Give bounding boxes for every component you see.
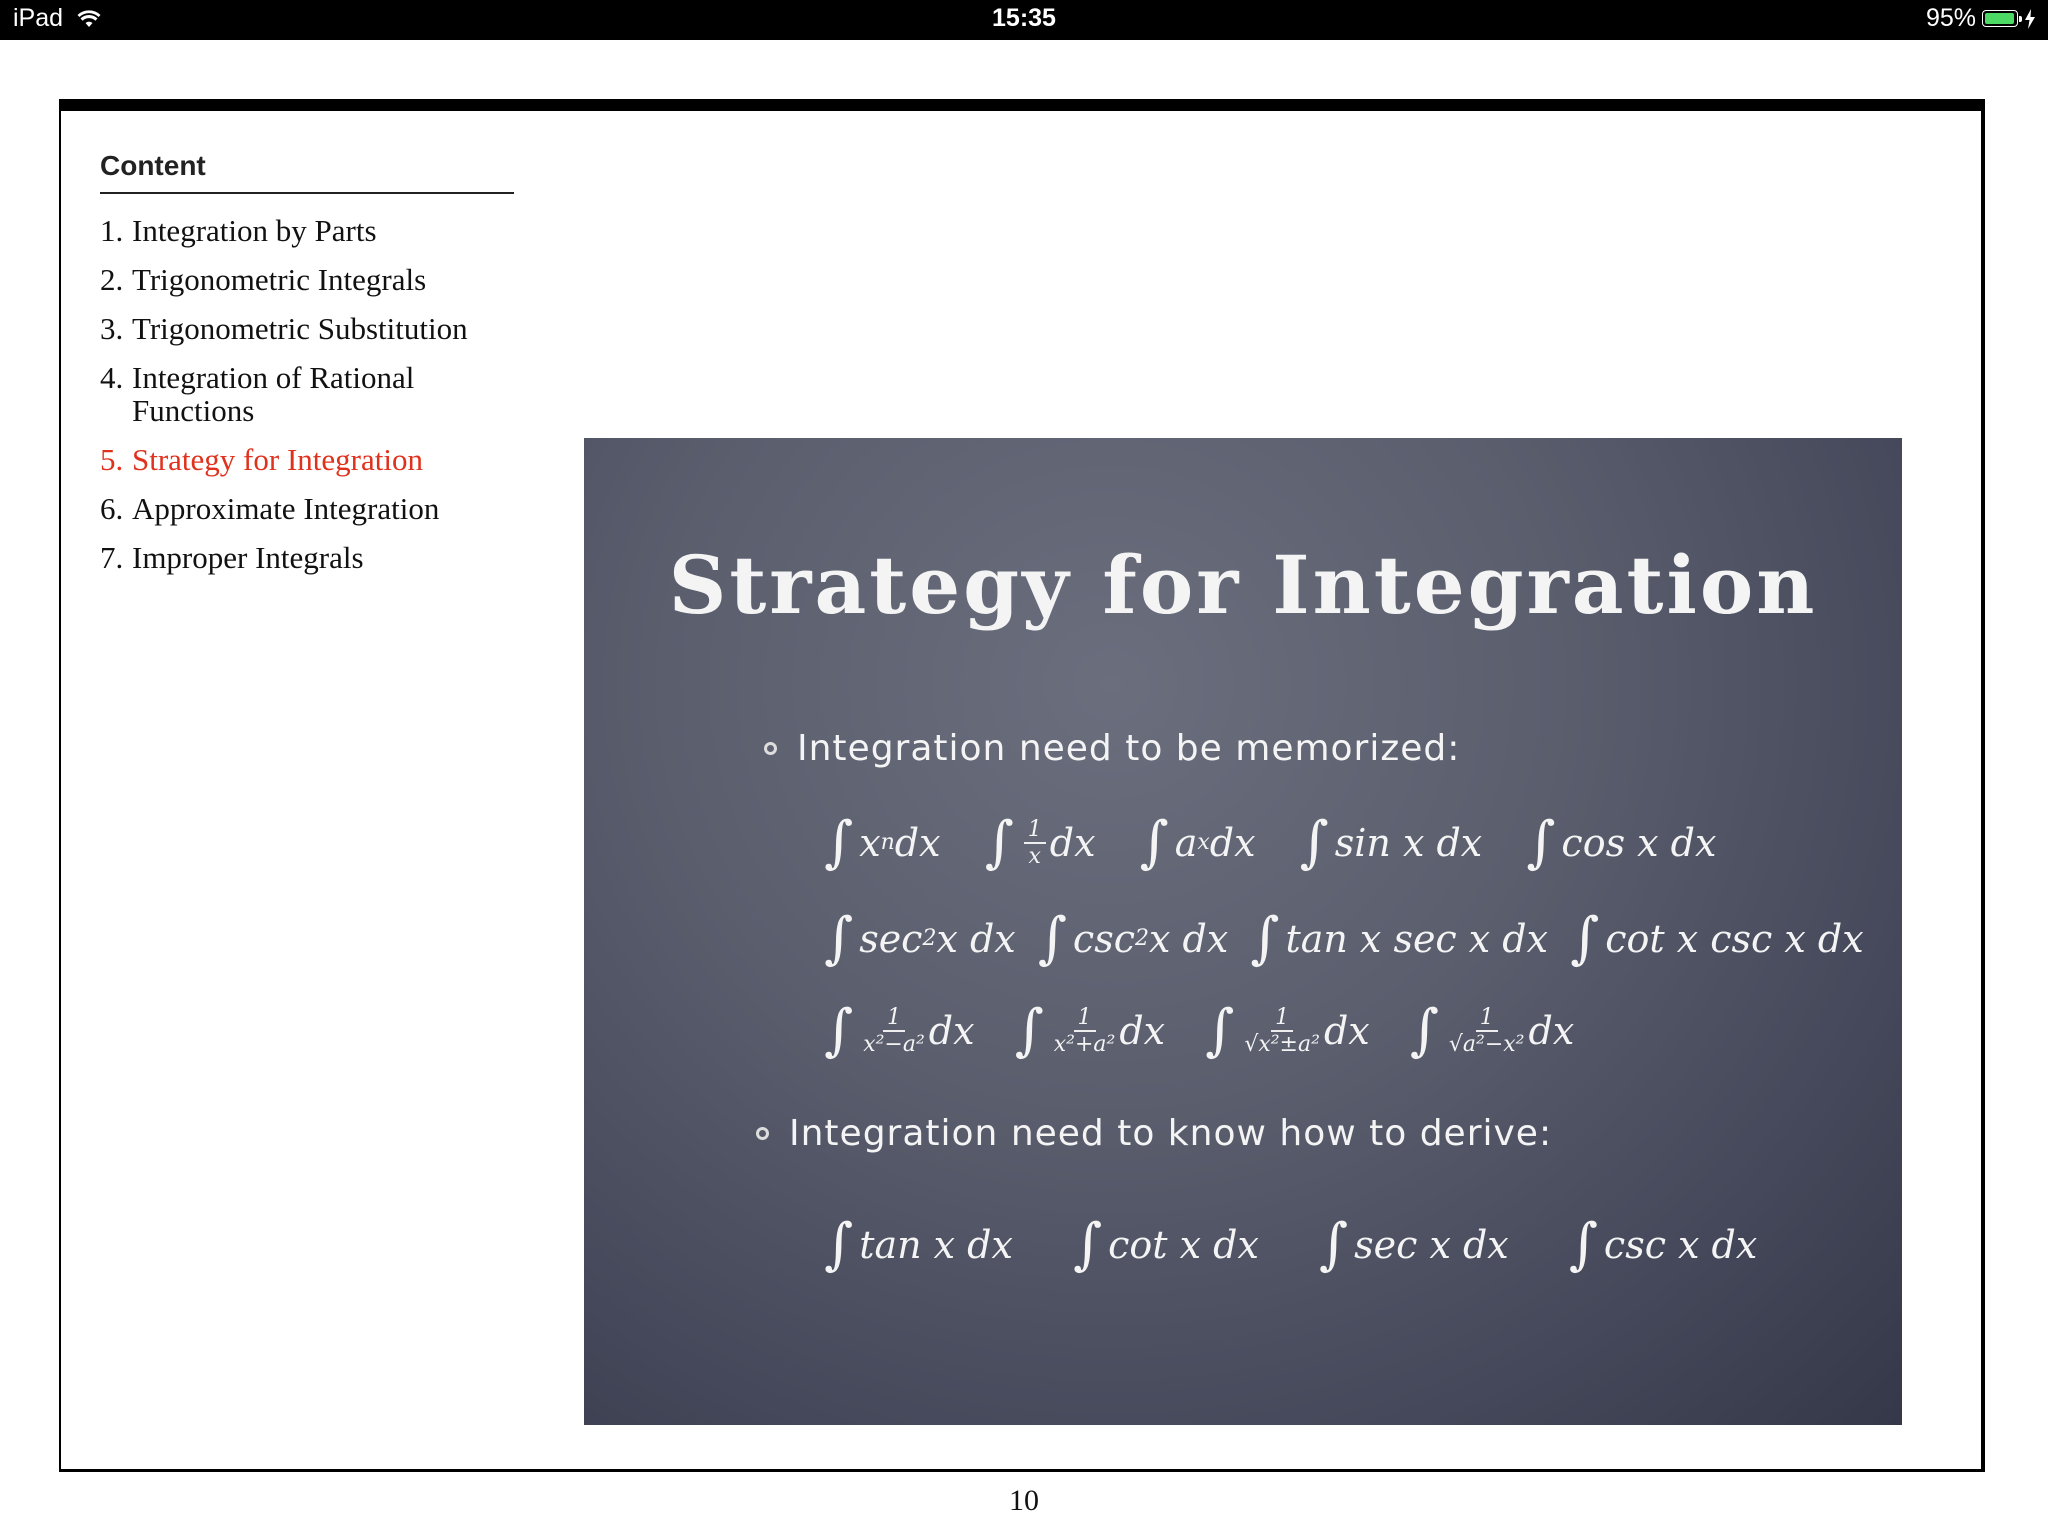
- integral-icon: ∫: [824, 906, 854, 971]
- toc-item-number: 1.: [100, 213, 124, 248]
- integral-icon: ∫: [824, 998, 854, 1063]
- battery-fill: [1985, 13, 2014, 24]
- slide-title: Strategy for Integration: [668, 538, 1818, 632]
- bullet-derive: Integration need to know how to derive:: [756, 1113, 1552, 1154]
- battery-tip: [2019, 16, 2022, 22]
- formula: ∫ tan x dx: [824, 1212, 1013, 1277]
- bullet-text: Integration need to know how to derive:: [789, 1113, 1553, 1154]
- integral-icon: ∫: [1570, 906, 1600, 971]
- formula: ∫ x n dx: [824, 810, 941, 875]
- toc-item-number: 3.: [100, 311, 124, 346]
- page-number: 10: [1009, 1484, 1039, 1517]
- toc-item-number: 5.: [100, 442, 124, 477]
- formula: ∫ 1 x dx: [984, 810, 1096, 875]
- formula: ∫ sec 2 x dx: [824, 906, 1016, 971]
- toc-item-label: Integration by Parts: [132, 213, 377, 248]
- bullet-icon: [756, 1127, 769, 1140]
- formula: ∫ sin x dx: [1299, 810, 1483, 875]
- formula: ∫ a x dx: [1139, 810, 1256, 875]
- toc-item[interactable]: 4. Integration of Rational Functions: [100, 361, 514, 427]
- integral-icon: ∫: [1037, 906, 1067, 971]
- toc-item-label: Trigonometric Integrals: [132, 262, 427, 297]
- bullet-memorize: Integration need to be memorized:: [764, 728, 1460, 769]
- toc-item[interactable]: 3. Trigonometric Substitution: [100, 312, 514, 345]
- integral-icon: ∫: [1318, 1212, 1349, 1277]
- formula: ∫ cot x csc x dx: [1570, 906, 1864, 971]
- table-of-contents: Content 1. Integration by Parts 2. Trigono…: [100, 150, 514, 590]
- toc-list: 1. Integration by Parts 2. Trigonometric I…: [100, 214, 514, 574]
- formula-row-3: ∫ 1 x²−a² dx ∫ 1 x²+a² dx ∫ 1 √x²±a² dx ∫ 1 √a²−x² d…: [824, 998, 1574, 1063]
- toc-item-label: Trigonometric Substitution: [132, 311, 468, 346]
- toc-item-active[interactable]: 5. Strategy for Integration: [100, 443, 514, 476]
- bullet-icon: [764, 742, 777, 755]
- formula: ∫ 1 x²+a² dx: [1014, 998, 1166, 1063]
- integral-icon: ∫: [1250, 906, 1280, 971]
- formula: ∫ 1 √x²±a² dx: [1205, 998, 1370, 1063]
- formula: ∫ 1 x²−a² dx: [824, 998, 975, 1063]
- battery-percent: 95%: [1925, 4, 1976, 32]
- formula: ∫ csc x dx: [1568, 1212, 1758, 1277]
- formula: ∫ csc 2 x dx: [1037, 906, 1229, 971]
- integral-icon: ∫: [1299, 810, 1329, 875]
- formula-row-2: ∫ sec 2 x dx ∫ csc 2 x dx ∫ tan x sec x dx ∫ c…: [824, 906, 1864, 971]
- formula-row-4: ∫ tan x dx ∫ cot x dx ∫ sec x dx ∫ csc x dx: [824, 1212, 1757, 1277]
- formula-row-1: ∫ x n dx ∫ 1 x dx ∫ a x dx ∫ sin x dx ∫ cos x dx: [824, 810, 1716, 875]
- formula: ∫ sec x dx: [1318, 1212, 1509, 1277]
- formula: ∫ tan x sec x dx: [1250, 906, 1549, 971]
- integral-icon: ∫: [1205, 998, 1235, 1063]
- integral-icon: ∫: [1526, 810, 1556, 875]
- battery-icon: [1982, 10, 2022, 27]
- toc-item-label: Integration of Rational Functions: [132, 360, 415, 428]
- toc-item-number: 7.: [100, 540, 124, 575]
- formula: ∫ cot x dx: [1072, 1212, 1259, 1277]
- integral-icon: ∫: [1014, 998, 1044, 1063]
- bullet-text: Integration need to be memorized:: [797, 728, 1461, 769]
- integral-icon: ∫: [824, 810, 854, 875]
- formula: ∫ 1 √a²−x² dx: [1409, 998, 1575, 1063]
- toc-item-label: Improper Integrals: [132, 540, 364, 575]
- toc-item-number: 2.: [100, 262, 124, 297]
- status-right: 95%: [1926, 4, 2036, 33]
- chalkboard-slide: Strategy for Integration Integration nee…: [584, 438, 1902, 1425]
- integral-icon: ∫: [1409, 998, 1439, 1063]
- integral-icon: ∫: [1139, 810, 1169, 875]
- toc-item-number: 6.: [100, 491, 124, 526]
- integral-icon: ∫: [824, 1212, 854, 1277]
- clock: 15:35: [992, 4, 1056, 32]
- integral-icon: ∫: [1568, 1212, 1598, 1277]
- integral-icon: ∫: [1072, 1212, 1103, 1277]
- toc-item[interactable]: 2. Trigonometric Integrals: [100, 263, 514, 296]
- toc-item-label: Strategy for Integration: [132, 442, 423, 477]
- formula: ∫ cos x dx: [1526, 810, 1717, 875]
- toc-title: Content: [100, 150, 514, 194]
- toc-item[interactable]: 1. Integration by Parts: [100, 214, 514, 247]
- toc-item[interactable]: 7. Improper Integrals: [100, 541, 514, 574]
- toc-item-number: 4.: [100, 360, 124, 395]
- toc-item-label: Approximate Integration: [132, 491, 440, 526]
- toc-item[interactable]: 6. Approximate Integration: [100, 492, 514, 525]
- status-bar: iPad 15:35 95%: [0, 0, 2048, 40]
- charging-bolt-icon: [2025, 8, 2035, 29]
- integral-icon: ∫: [984, 810, 1014, 875]
